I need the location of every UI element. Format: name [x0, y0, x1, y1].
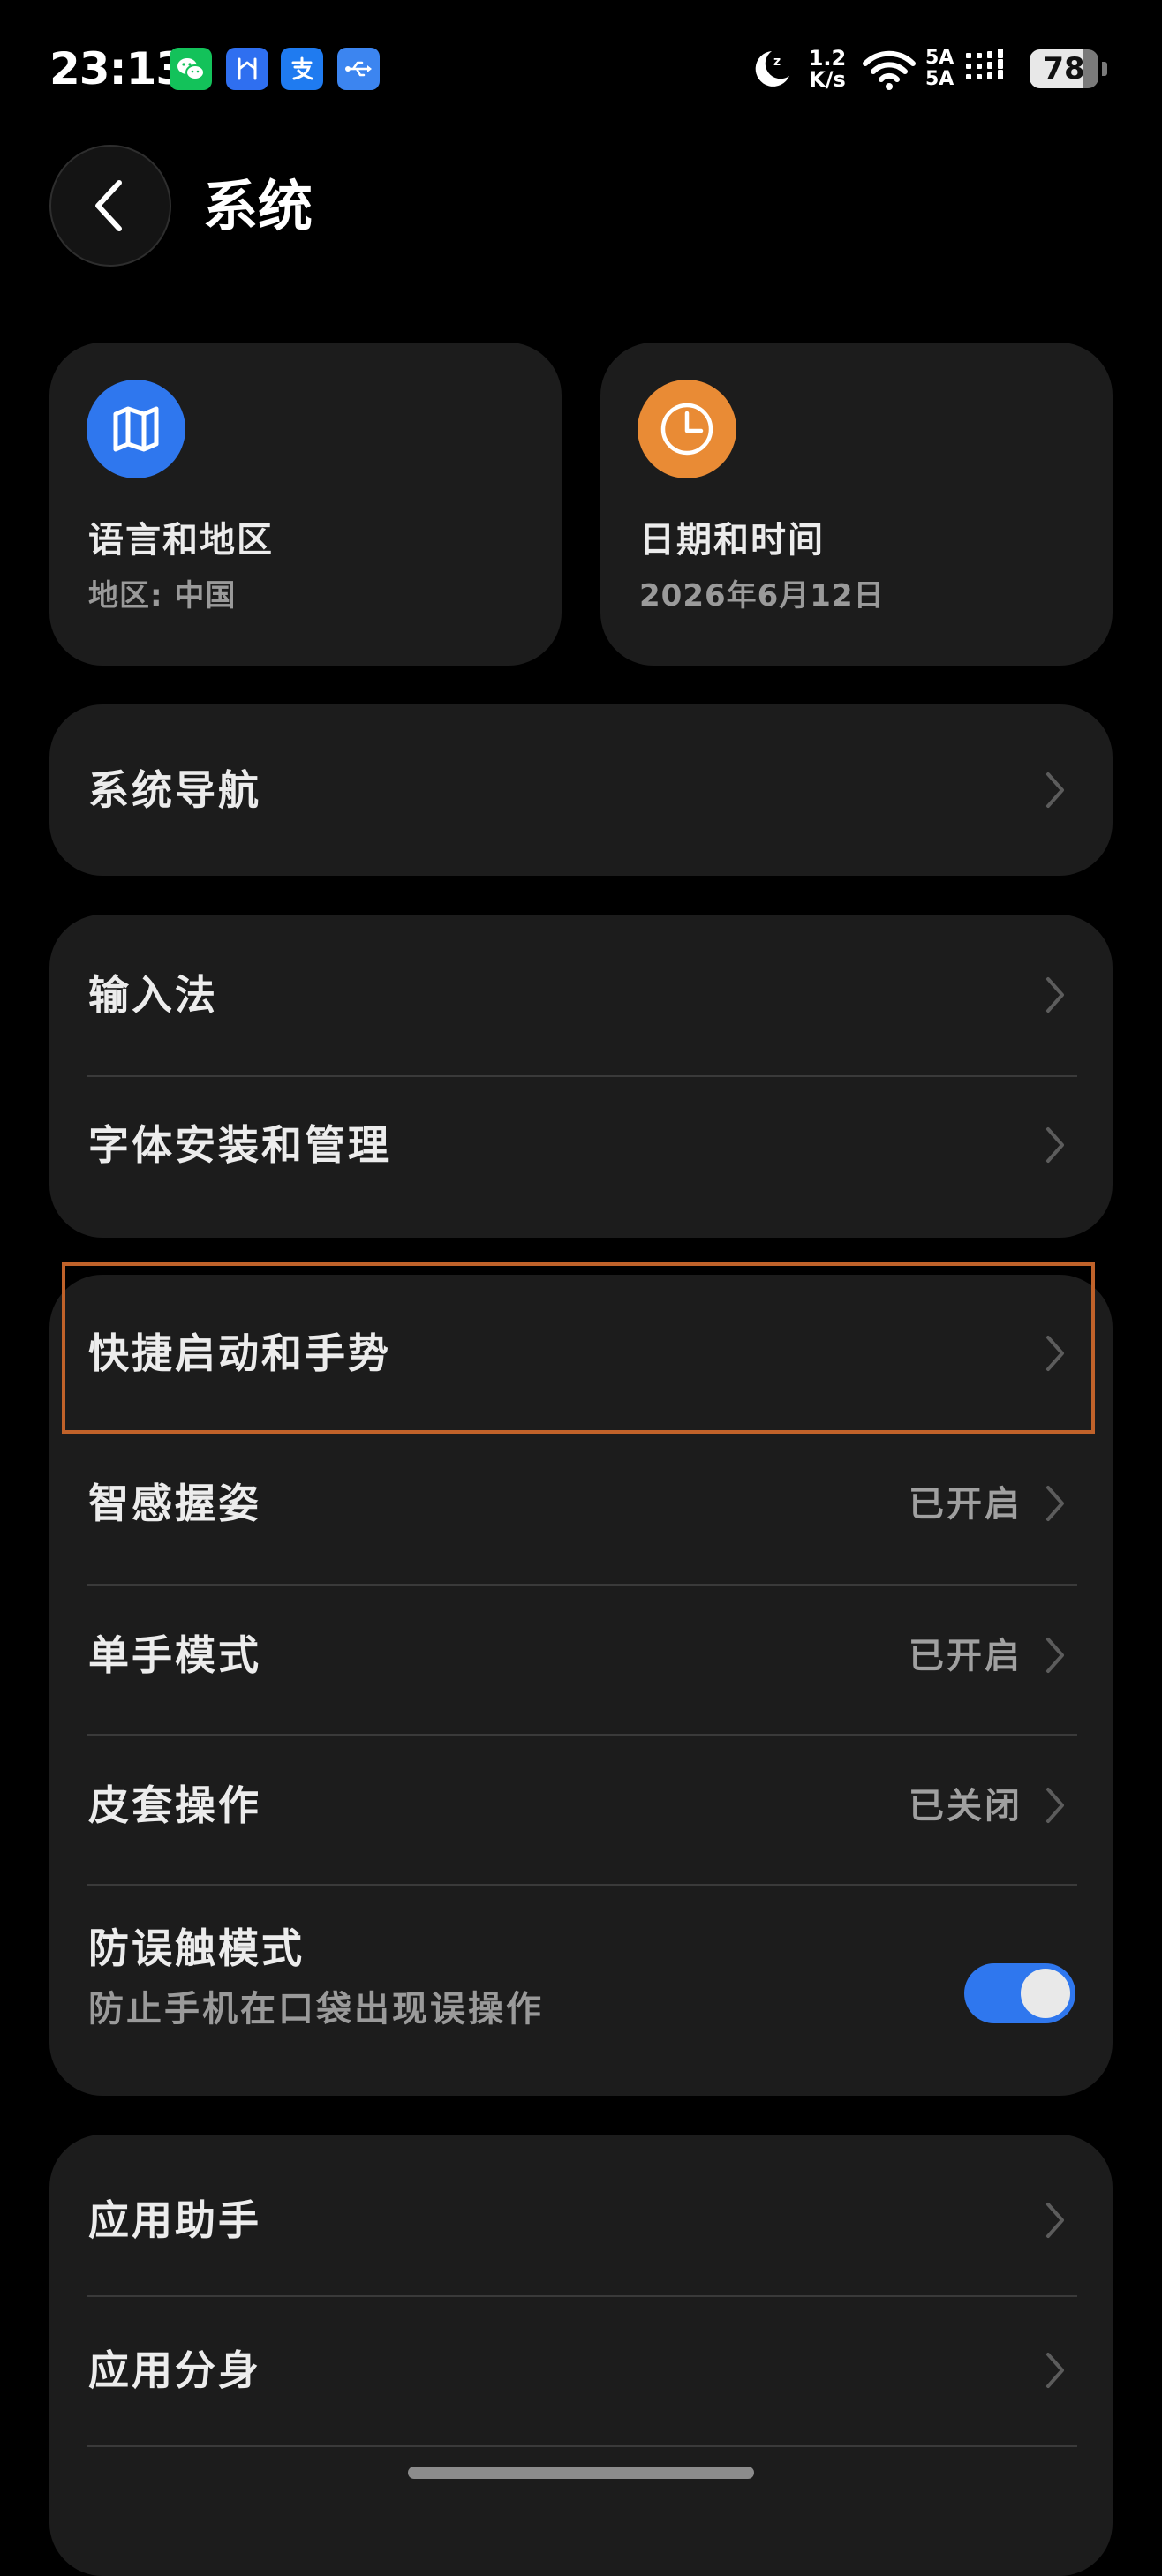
one-hand-mode-status: 已开启: [909, 1636, 1022, 1676]
chevron-right-icon: [1046, 772, 1064, 808]
one-hand-mode-row[interactable]: 单手模式 已开启: [49, 1586, 1113, 1734]
network-speed: 1.2 K/s: [805, 41, 849, 97]
pocket-mode-toggle[interactable]: [964, 1963, 1075, 2023]
wechat-icon: [170, 48, 212, 90]
network-speed-unit: K/s: [809, 67, 846, 92]
shortcuts-gestures-label: 快捷启动和手势: [88, 1329, 391, 1377]
status-bar: 23:13 z 1.2 K/s 5A 5A 78: [0, 0, 1162, 141]
language-region-subtitle: 地区: 中国: [88, 578, 237, 614]
cover-operation-label: 皮套操作: [88, 1781, 261, 1829]
date-time-title: 日期和时间: [639, 520, 825, 561]
map-icon: [87, 380, 185, 478]
clock-icon: [638, 380, 736, 478]
one-hand-mode-label: 单手模式: [88, 1631, 261, 1679]
battery-tip: [1102, 62, 1107, 76]
language-region-tile[interactable]: 语言和地区 地区: 中国: [49, 343, 562, 666]
font-management-label: 字体安装和管理: [88, 1121, 391, 1169]
smart-grip-label: 智感握姿: [88, 1480, 261, 1527]
back-arrow-icon: [95, 180, 122, 231]
network-speed-value: 1.2: [808, 46, 847, 71]
shortcuts-gestures-row[interactable]: 快捷启动和手势: [49, 1275, 1113, 1435]
chevron-right-icon: [1046, 1127, 1064, 1163]
svg-text:z: z: [773, 55, 781, 69]
chevron-right-icon: [1046, 1638, 1064, 1673]
chevron-right-icon: [1046, 1486, 1064, 1521]
input-method-label: 输入法: [88, 971, 218, 1019]
smart-grip-status: 已开启: [909, 1484, 1022, 1525]
smart-grip-row[interactable]: 智感握姿 已开启: [49, 1435, 1113, 1586]
chevron-right-icon: [1046, 2353, 1064, 2388]
app-clone-label: 应用分身: [88, 2346, 261, 2394]
hm-app-icon: [226, 48, 268, 90]
app-assistant-label: 应用助手: [88, 2196, 261, 2244]
date-time-tile[interactable]: 日期和时间 2026年6月12日: [600, 343, 1113, 666]
settings-group-navigation: 系统导航: [49, 704, 1113, 876]
page-title: 系统: [203, 174, 313, 238]
settings-group-gestures: 快捷启动和手势 智感握姿 已开启 单手模式 已开启 皮套操作 已关闭 防误触模式…: [49, 1275, 1113, 2096]
battery-level: 78: [1043, 51, 1085, 87]
battery-indicator: 78: [1030, 41, 1109, 97]
settings-group-apps: 应用助手 应用分身: [49, 2135, 1113, 2576]
settings-group-input: 输入法 字体安装和管理: [49, 915, 1113, 1238]
system-navigation-label: 系统导航: [88, 766, 261, 814]
cover-operation-row[interactable]: 皮套操作 已关闭: [49, 1736, 1113, 1884]
language-region-title: 语言和地区: [88, 520, 274, 561]
divider: [87, 2445, 1077, 2447]
pocket-mode-label: 防误触模式: [88, 1924, 305, 1972]
pocket-mode-description: 防止手机在口袋出现误操作: [88, 1989, 544, 2030]
cellular-signal-icon: 5A 5A: [925, 41, 1017, 97]
do-not-disturb-icon: z: [747, 41, 795, 97]
chevron-right-icon: [1046, 1788, 1064, 1823]
app-clone-row[interactable]: 应用分身: [49, 2297, 1113, 2445]
input-method-row[interactable]: 输入法: [49, 915, 1113, 1075]
pocket-mode-row: 防误触模式 防止手机在口袋出现误操作: [49, 1886, 1113, 2096]
toggle-knob: [1021, 1969, 1070, 2018]
wifi-icon: [860, 41, 918, 97]
font-management-row[interactable]: 字体安装和管理: [49, 1077, 1113, 1238]
alipay-icon: [281, 48, 323, 90]
home-indicator[interactable]: [408, 2467, 754, 2479]
chevron-right-icon: [1046, 977, 1064, 1013]
app-assistant-row[interactable]: 应用助手: [49, 2135, 1113, 2295]
system-navigation-row[interactable]: 系统导航: [49, 704, 1113, 876]
usb-icon: [337, 48, 380, 90]
status-time: 23:13: [49, 43, 186, 94]
date-time-subtitle: 2026年6月12日: [639, 578, 885, 614]
back-button[interactable]: [49, 145, 171, 267]
cover-operation-status: 已关闭: [909, 1786, 1022, 1827]
chevron-right-icon: [1046, 1336, 1064, 1371]
chevron-right-icon: [1046, 2203, 1064, 2238]
